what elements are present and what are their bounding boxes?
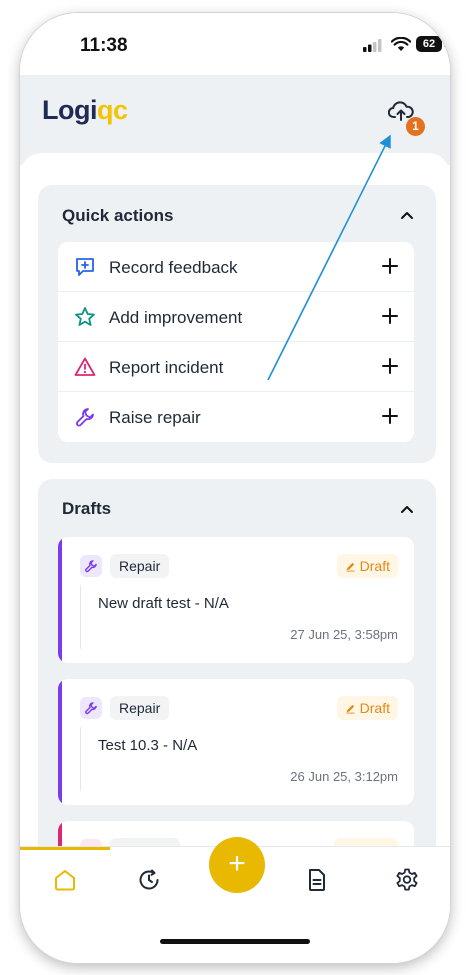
draft-date: 26 Jun 25, 3:12pm xyxy=(290,769,398,784)
quick-action-label: Report incident xyxy=(109,358,224,377)
draft-divider xyxy=(80,585,81,649)
app-header: Logiqc 1 xyxy=(20,75,450,165)
status-bar: 11:38 62 xyxy=(20,13,450,75)
draft-type-chip: Repair xyxy=(110,554,170,578)
drafts-panel: Drafts Repair Draft New draft test - N/A… xyxy=(38,479,436,853)
repair-type-icon xyxy=(80,697,102,719)
draft-card[interactable]: Repair Draft Test 10.3 - N/A 26 Jun 25, … xyxy=(58,679,414,805)
quick-actions-title: Quick actions xyxy=(62,206,174,225)
quick-action-label: Add improvement xyxy=(109,308,243,327)
document-icon[interactable] xyxy=(304,867,330,893)
quick-actions-panel: Quick actions Record feedback Add improv… xyxy=(38,185,436,463)
quick-action-add-improvement[interactable]: Add improvement xyxy=(58,292,414,342)
home-icon[interactable] xyxy=(52,867,78,893)
plus-icon[interactable] xyxy=(382,358,398,374)
battery-tip xyxy=(444,41,447,47)
wrench-icon xyxy=(85,560,97,573)
draft-accent-bar xyxy=(58,537,62,663)
pencil-icon xyxy=(346,562,355,572)
plus-icon[interactable] xyxy=(382,258,398,274)
quick-action-raise-repair[interactable]: Raise repair xyxy=(58,392,414,442)
draft-card[interactable]: Repair Draft New draft test - N/A 27 Jun… xyxy=(58,537,414,663)
active-tab-indicator xyxy=(20,847,110,850)
wifi-icon xyxy=(391,37,411,51)
draft-title: Test 10.3 - N/A xyxy=(98,737,198,754)
quick-action-label: Record feedback xyxy=(109,258,238,277)
quick-action-record-feedback[interactable]: Record feedback xyxy=(58,242,414,292)
plus-icon[interactable] xyxy=(382,408,398,424)
app-logo: Logiqc xyxy=(42,95,128,125)
quick-action-label: Raise repair xyxy=(109,408,201,427)
star-icon xyxy=(75,307,95,326)
signal-icon xyxy=(363,39,382,52)
upload-count-badge: 1 xyxy=(406,117,425,136)
repair-type-icon xyxy=(80,555,102,577)
bottom-tab-bar: + xyxy=(20,837,450,963)
chevron-up-icon[interactable] xyxy=(400,210,414,220)
feedback-icon xyxy=(76,258,94,276)
wrench-icon xyxy=(76,408,94,427)
warning-icon xyxy=(74,357,96,376)
draft-status-badge: Draft xyxy=(336,554,398,578)
draft-status-badge: Draft xyxy=(336,696,398,720)
draft-date: 27 Jun 25, 3:58pm xyxy=(290,627,398,642)
draft-accent-bar xyxy=(58,679,62,805)
draft-type-chip: Repair xyxy=(110,696,170,720)
drafts-title: Drafts xyxy=(62,499,112,518)
status-time: 11:38 xyxy=(80,35,128,56)
create-fab-button[interactable]: + xyxy=(209,837,265,893)
chevron-up-icon[interactable] xyxy=(400,504,414,514)
wrench-icon xyxy=(85,702,97,715)
settings-icon[interactable] xyxy=(394,867,420,893)
quick-actions-list: Record feedback Add improvement Report i… xyxy=(58,242,414,442)
history-icon[interactable] xyxy=(136,867,162,893)
quick-action-report-incident[interactable]: Report incident xyxy=(58,342,414,392)
draft-divider xyxy=(80,727,81,791)
home-indicator xyxy=(160,939,310,944)
phone-frame: 11:38 62 Logiqc 1 Quick actions Record f… xyxy=(20,13,450,963)
plus-icon[interactable] xyxy=(382,308,398,324)
pencil-icon xyxy=(346,704,355,714)
battery-indicator: 62 xyxy=(416,36,442,52)
draft-title: New draft test - N/A xyxy=(98,595,229,612)
main-content[interactable]: Quick actions Record feedback Add improv… xyxy=(20,153,450,853)
